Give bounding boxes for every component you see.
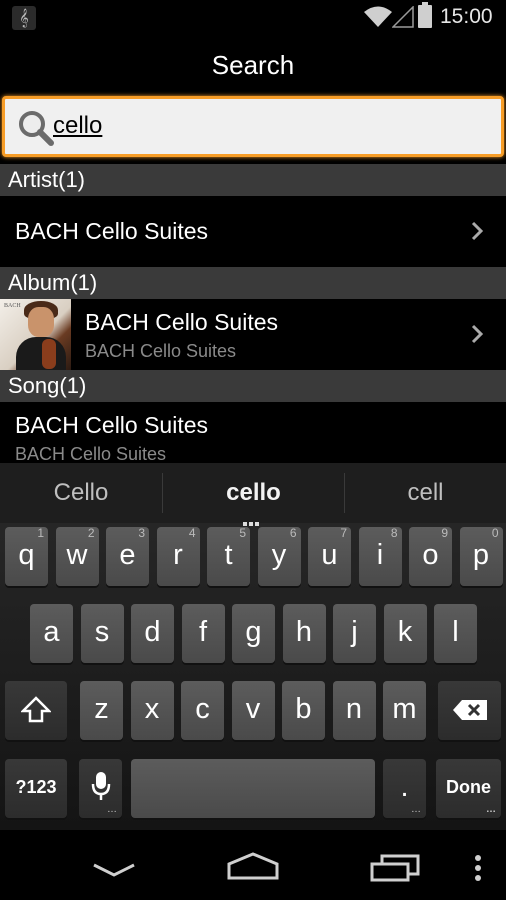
shift-icon (19, 696, 53, 723)
list-item-title: BACH Cello Suites (15, 218, 209, 244)
section-header-album: Album(1) (0, 267, 506, 299)
signal-icon (392, 6, 414, 28)
voice-input-key[interactable]: … (79, 759, 122, 818)
key-v[interactable]: v (231, 681, 275, 740)
chevron-right-icon (471, 324, 484, 344)
key-j[interactable]: j (333, 604, 376, 663)
key-f[interactable]: f (181, 604, 225, 663)
overflow-menu-icon[interactable] (474, 854, 482, 882)
list-item-subtitle: BACH Cello Suites (15, 444, 167, 463)
key-a[interactable]: a (30, 604, 73, 663)
key-g[interactable]: g (232, 604, 275, 663)
list-item-title: BACH Cello Suites (15, 412, 209, 438)
space-key[interactable] (131, 759, 375, 818)
battery-icon (418, 2, 432, 28)
symbols-key[interactable]: ?123 (5, 759, 67, 818)
chevron-right-icon (471, 221, 484, 241)
page-title: Search (211, 50, 295, 80)
key-p[interactable]: 0p (459, 526, 503, 586)
key-e[interactable]: 3e (106, 526, 149, 586)
shift-key[interactable] (5, 681, 67, 740)
key-o[interactable]: 9o (409, 526, 452, 586)
list-item-title: BACH Cello Suites (85, 309, 279, 335)
search-icon (19, 111, 54, 146)
list-item-album[interactable]: BACH BACH Cello Suites BACH Cello Suites (0, 299, 506, 370)
suggestion-bar: Cello cello cell (0, 463, 506, 526)
key-u[interactable]: 7u (308, 526, 351, 586)
more-suggestions-icon (243, 511, 263, 526)
key-n[interactable]: n (332, 681, 376, 740)
suggestion-1[interactable]: Cello (0, 479, 162, 507)
key-q[interactable]: 1q (5, 526, 48, 586)
album-art-image: BACH (0, 299, 71, 370)
done-key[interactable]: Done … (436, 759, 501, 818)
key-l[interactable]: l (434, 604, 477, 663)
key-m[interactable]: m (383, 681, 426, 740)
search-box[interactable] (2, 96, 504, 157)
key-b[interactable]: b (282, 681, 325, 740)
soft-keyboard: Cello cello cell 1q2w3e4r5t6y7u8i9o0p as… (0, 463, 506, 830)
suggestion-3[interactable]: cell (345, 479, 506, 507)
section-header-song: Song(1) (0, 370, 506, 402)
music-note-icon: 𝄞 (12, 6, 36, 30)
key-s[interactable]: s (80, 604, 124, 663)
search-input[interactable] (53, 109, 473, 143)
section-header-artist: Artist(1) (0, 164, 506, 196)
key-t[interactable]: 5t (207, 526, 250, 586)
backspace-icon (452, 700, 487, 720)
key-r[interactable]: 4r (156, 526, 200, 586)
key-h[interactable]: h (282, 604, 326, 663)
key-z[interactable]: z (80, 681, 123, 740)
key-c[interactable]: c (181, 681, 224, 740)
key-k[interactable]: k (383, 604, 427, 663)
period-key[interactable]: . … (383, 759, 426, 818)
key-y[interactable]: 6y (257, 526, 301, 586)
suggestion-2[interactable]: cello (163, 479, 344, 507)
list-item-song[interactable]: BACH Cello Suites BACH Cello Suites (0, 402, 506, 463)
key-w[interactable]: 2w (55, 526, 99, 586)
key-x[interactable]: x (130, 681, 174, 740)
home-icon[interactable] (226, 852, 280, 880)
navigation-bar (0, 830, 506, 900)
recent-apps-icon[interactable] (370, 854, 420, 882)
microphone-icon (91, 772, 110, 800)
key-d[interactable]: d (131, 604, 174, 663)
status-time: 15:00 (440, 5, 493, 28)
back-icon[interactable] (92, 863, 136, 877)
key-i[interactable]: 8i (358, 526, 402, 586)
backspace-key[interactable] (438, 681, 501, 740)
list-item-subtitle: BACH Cello Suites (85, 341, 237, 361)
status-bar: 𝄞 15:00 (0, 0, 506, 36)
wifi-icon (364, 6, 392, 27)
list-item-artist[interactable]: BACH Cello Suites (0, 196, 506, 266)
